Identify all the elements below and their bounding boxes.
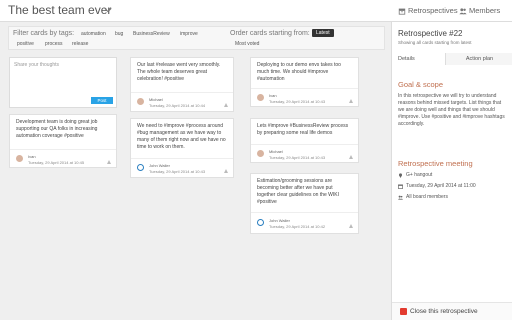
nav-retrospectives-label: Retrospectives [408, 6, 458, 15]
vote-icon[interactable] [349, 155, 353, 159]
card-divider [10, 149, 116, 150]
tab-action-plan[interactable]: Action plan [446, 53, 512, 65]
card-date: Tuesday, 29 April 2014 at 10:43 [149, 169, 206, 174]
card-divider [131, 158, 233, 159]
meeting-date-row: Tuesday, 29 April 2014 at 11:00 [398, 183, 476, 189]
order-label: Order cards starting from: [230, 30, 310, 37]
tag-release[interactable]: release [72, 41, 88, 47]
nav-members-label: Members [469, 6, 501, 15]
avatar [257, 94, 264, 101]
card-author: Michael [149, 97, 163, 102]
panel-tabs: Details Action plan [392, 53, 512, 65]
card-divider [251, 212, 358, 213]
meeting-location-row: G+ hangout [398, 172, 432, 178]
latest-button[interactable]: Latest [312, 29, 334, 37]
most-voted-option[interactable]: Most voted [235, 41, 259, 47]
nav-retrospectives[interactable]: Retrospectives [398, 6, 458, 15]
close-retrospective-button[interactable]: Close this retrospective [410, 308, 478, 315]
tag-bug[interactable]: bug [115, 31, 123, 37]
vote-icon[interactable] [349, 99, 353, 103]
close-retrospective-bar[interactable]: Close this retrospective [392, 302, 512, 320]
tag-improve[interactable]: improve [180, 31, 198, 37]
card-text: Development team is doing great job supp… [16, 119, 98, 139]
card[interactable]: Deploying to our demo envs takes too muc… [250, 57, 359, 107]
tag-process[interactable]: process [45, 41, 63, 47]
meeting-attendees: All board members [406, 194, 448, 200]
card[interactable]: Development team is doing great job supp… [9, 114, 117, 168]
card-text: Our last #release went very smoothly. Th… [137, 62, 221, 82]
vote-icon[interactable] [349, 224, 353, 228]
chevron-down-icon[interactable] [104, 6, 112, 14]
tag-automation[interactable]: automation [81, 31, 106, 37]
card-divider [251, 88, 358, 89]
top-bar: The best team ever Retrospectives Member… [0, 0, 512, 22]
card-text: Lets #improve #BusinessReview process by… [257, 123, 349, 136]
nav-members[interactable]: Members [459, 6, 500, 15]
users-icon [398, 195, 403, 200]
card-divider [131, 92, 233, 93]
users-icon [459, 7, 467, 14]
calendar-icon [398, 184, 403, 189]
tag-businessreview[interactable]: BusinessReview [133, 31, 170, 37]
thought-composer[interactable]: Share your thoughts Post [9, 57, 117, 108]
card-divider [251, 144, 358, 145]
vote-icon[interactable] [107, 160, 111, 164]
goal-heading: Goal & scope [398, 80, 444, 89]
card[interactable]: Estimation/grooming sessions are becomin… [250, 173, 359, 234]
retrospective-title: Retrospective #22 [398, 29, 463, 38]
avatar [257, 219, 264, 226]
card-text: Estimation/grooming sessions are becomin… [257, 178, 339, 205]
card-author: John Waller [269, 218, 290, 223]
meeting-location: G+ hangout [406, 172, 433, 178]
pin-icon [399, 172, 402, 178]
card-author: Michael [269, 149, 283, 154]
post-button[interactable]: Post [91, 97, 113, 104]
card-date: Tuesday, 29 April 2014 at 10:43 [269, 155, 326, 160]
card-author: Ivan [28, 154, 36, 159]
card-author: Ivan [269, 93, 277, 98]
card-text: Deploying to our demo envs takes too muc… [257, 62, 341, 82]
vote-icon[interactable] [224, 103, 228, 107]
avatar [137, 164, 144, 171]
avatar [137, 98, 144, 105]
thought-input-placeholder[interactable]: Share your thoughts [14, 62, 59, 68]
card-date: Tuesday, 29 April 2014 at 10:42 [269, 224, 326, 229]
team-title[interactable]: The best team ever [8, 3, 111, 17]
card[interactable]: Our last #release went very smoothly. Th… [130, 57, 234, 112]
avatar [16, 155, 23, 162]
card-text: We need to #improve #process around #bug… [137, 123, 226, 150]
card-author: John Waller [149, 163, 170, 168]
tab-details[interactable]: Details [392, 53, 446, 65]
retrospective-panel: Retrospective #22 Showing all cards star… [391, 22, 512, 320]
filter-label: Filter cards by tags: [13, 30, 75, 37]
filter-bar: Filter cards by tags: automation bug Bus… [8, 26, 385, 50]
goal-text: In this retrospective we will try to und… [398, 93, 505, 127]
card[interactable]: We need to #improve #process around #bug… [130, 118, 234, 178]
card[interactable]: Lets #improve #BusinessReview process by… [250, 118, 359, 163]
meeting-attendees-row: All board members [398, 194, 448, 200]
stop-icon [400, 308, 407, 315]
card-date: Tuesday, 29 April 2014 at 10:45 [28, 160, 85, 165]
meeting-date: Tuesday, 29 April 2014 at 11:00 [406, 183, 476, 189]
vote-icon[interactable] [224, 169, 228, 173]
card-date: Tuesday, 29 April 2014 at 10:43 [269, 99, 326, 104]
avatar [257, 150, 264, 157]
meeting-heading: Retrospective meeting [398, 159, 473, 168]
card-date: Tuesday, 29 April 2014 at 10:44 [149, 103, 206, 108]
tag-positive[interactable]: positive [17, 41, 34, 47]
retrospective-subtitle: Showing all cards starting from latest [398, 40, 472, 45]
archive-icon [398, 8, 406, 15]
